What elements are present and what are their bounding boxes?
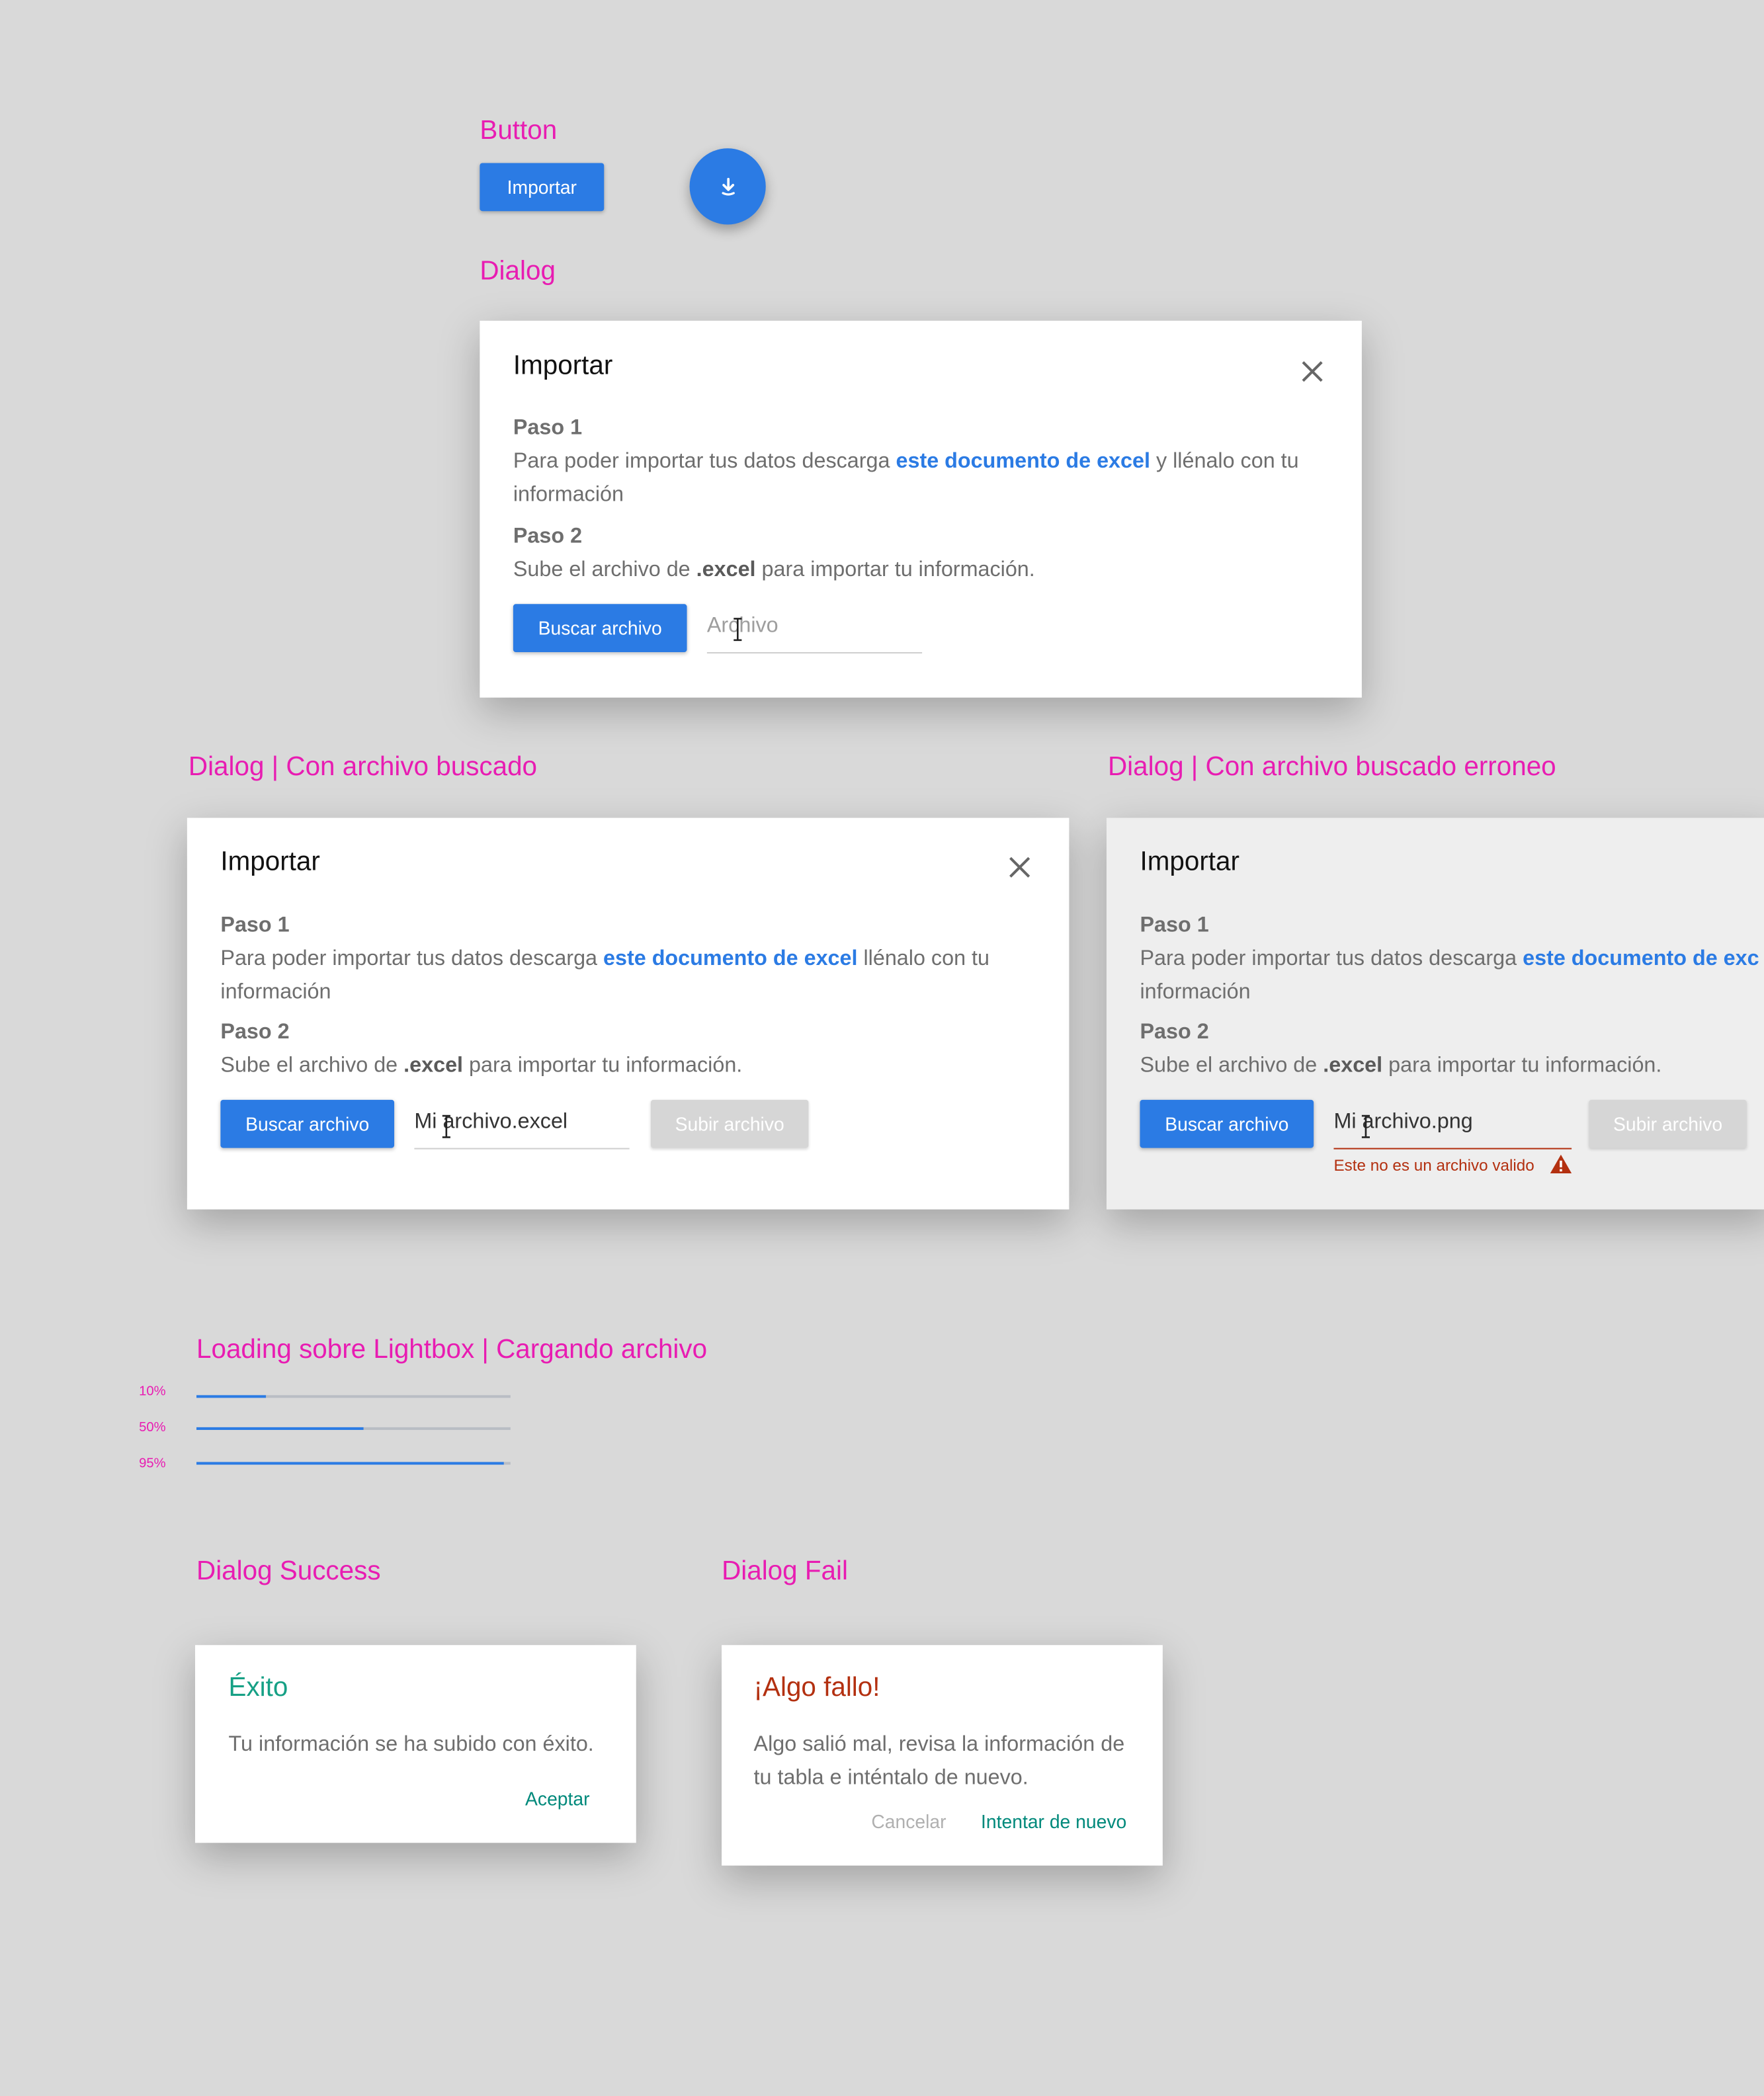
step1-text-a: Para poder importar tus datos descarga [513,450,896,474]
upload-file-button[interactable]: Subir archivo [1589,1099,1747,1148]
dialog-title: Importar [513,351,613,381]
browse-file-button[interactable]: Buscar archivo [1140,1099,1314,1148]
step2-text-b: para importar tu información. [1382,1054,1662,1077]
excel-template-link[interactable]: este documento de exc [1523,948,1759,970]
error-message: Este no es un archivo valido [1333,1155,1534,1175]
step1-text-continued: información [1140,981,1251,1004]
accept-button[interactable]: Aceptar [525,1788,589,1809]
section-title-success: Dialog Success [196,1556,381,1587]
success-message: Tu información se ha subido con éxito. [228,1733,594,1756]
step2-label: Paso 2 [1140,1021,1209,1044]
close-icon[interactable] [1006,854,1032,880]
step1-text-a: Para poder importar tus datos descarga [1140,947,1523,970]
progress-bar [196,1462,511,1465]
section-title-dialog-found: Dialog | Con archivo buscado [188,752,538,782]
step1-label: Paso 1 [220,914,290,937]
close-icon[interactable] [1299,358,1325,384]
section-title-dialog-error: Dialog | Con archivo buscado erroneo [1107,752,1556,782]
step2-text-a: Sube el archivo de [220,1054,404,1077]
browse-file-button[interactable]: Buscar archivo [220,1099,395,1148]
import-dialog-file-found: Importar Paso 1 Para poder importar tus … [187,817,1070,1210]
section-title-dialog: Dialog [480,256,556,286]
download-icon [721,177,734,195]
step2-text-b: para importar tu información. [463,1054,743,1077]
progress-fill [196,1462,505,1465]
file-input[interactable]: Archivo [706,604,923,654]
fail-message: Algo salió mal, revisa la información de… [753,1733,1125,1790]
step1-label: Paso 1 [513,417,583,440]
step1-text: Para poder importar tus datos descarga e… [513,445,1329,512]
progress-bar [196,1427,511,1430]
step2-text: Sube el archivo de .excel para importar … [1140,1049,1661,1083]
upload-file-button[interactable]: Subir archivo [650,1099,809,1148]
excel-template-link[interactable]: este documento de excel [896,450,1150,473]
progress-label: 95% [139,1456,166,1472]
progress-fill [196,1427,363,1430]
success-title: Éxito [228,1673,288,1703]
step1-text-a: Para poder importar tus datos descarga [220,947,604,970]
import-dialog-file-error: Importar Paso 1 Para poder importar tus … [1106,817,1764,1210]
step2-text: Sube el archivo de .excel para importar … [513,553,1035,587]
text-cursor-icon [1361,1114,1370,1138]
progress-label: 10% [139,1384,166,1400]
success-dialog: Éxito Tu información se ha subido con éx… [194,1645,636,1843]
progress-label: 50% [139,1420,166,1436]
text-cursor-icon [734,618,742,642]
section-title-loading: Loading sobre Lightbox | Cargando archiv… [196,1335,708,1364]
text-cursor-icon [442,1114,450,1138]
warning-icon [1550,1154,1572,1173]
step2-extension: .excel [1323,1054,1383,1077]
excel-template-link[interactable]: este documento de excel [603,948,857,970]
progress-fill [196,1395,266,1398]
step1-text: Para poder importar tus datos descarga e… [220,942,1022,1009]
step2-extension: .excel [403,1054,464,1077]
download-fab-button[interactable] [689,148,766,225]
section-title-button: Button [480,116,558,146]
step1-label: Paso 1 [1140,914,1209,937]
step2-text: Sube el archivo de .excel para importar … [220,1049,742,1083]
browse-file-button[interactable]: Buscar archivo [513,604,687,653]
file-input-error[interactable]: Mi archivo.png [1333,1100,1572,1150]
step2-label: Paso 2 [513,525,583,548]
import-dialog: Importar Paso 1 Para poder importar tus … [480,320,1362,698]
step2-extension: .excel [696,558,756,581]
step2-text-a: Sube el archivo de [1140,1054,1323,1077]
dialog-title: Importar [220,847,320,877]
canvas: Button Importar Dialog Importar Paso 1 P… [0,0,1764,2095]
progress-bar [196,1395,511,1398]
cancel-button[interactable]: Cancelar [871,1811,946,1832]
file-input-value: Mi archivo.png [1333,1111,1473,1134]
step2-text-a: Sube el archivo de [513,558,696,581]
retry-button[interactable]: Intentar de nuevo [981,1811,1126,1832]
step2-label: Paso 2 [220,1021,290,1044]
file-input[interactable]: Mi archivo.excel [414,1100,630,1150]
fail-title: ¡Algo fallo! [753,1673,880,1703]
section-title-fail: Dialog Fail [722,1556,848,1587]
fail-dialog: ¡Algo fallo! Algo salió mal, revisa la i… [722,1645,1163,1866]
file-input-value: Mi archivo.excel [414,1111,568,1134]
step2-text-b: para importar tu información. [755,558,1035,581]
import-button[interactable]: Importar [480,163,605,212]
dialog-title: Importar [1140,847,1239,877]
step1-text: Para poder importar tus datos descarga e… [1140,942,1759,976]
